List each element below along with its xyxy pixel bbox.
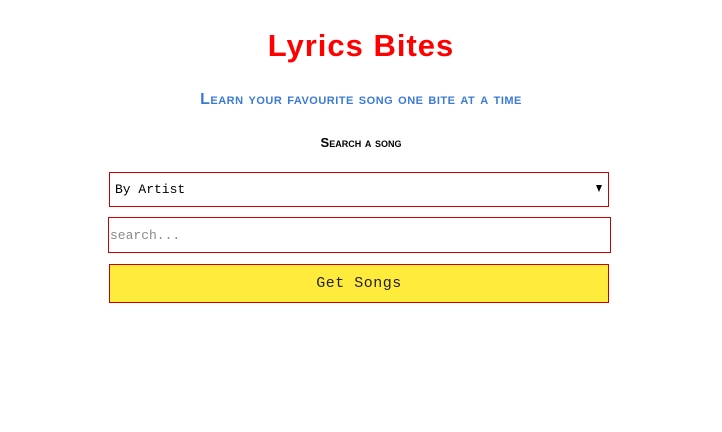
app-subtitle: Learn your favourite song one bite at a … <box>200 91 522 108</box>
search-input[interactable] <box>108 217 611 253</box>
app-title: Lyrics Bites <box>267 28 455 63</box>
chevron-down-icon <box>596 185 602 192</box>
search-mode-select[interactable]: By Artist <box>109 172 609 207</box>
get-songs-button[interactable]: Get Songs <box>109 264 609 303</box>
search-heading: Search a song <box>320 135 402 150</box>
page: Lyrics Bites Learn your favourite song o… <box>0 0 722 432</box>
search-mode-selected-value: By Artist <box>115 182 186 197</box>
